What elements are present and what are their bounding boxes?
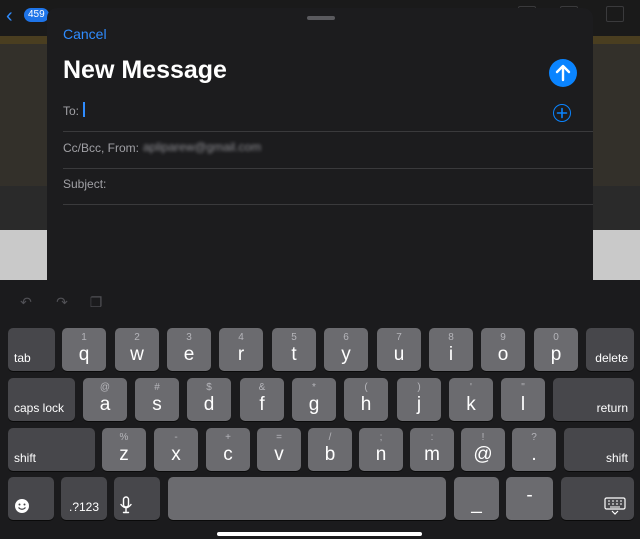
return-key[interactable]: return xyxy=(553,378,634,421)
keyboard-dismiss-icon xyxy=(604,497,626,515)
key-r[interactable]: 4r xyxy=(219,328,263,371)
dictation-key[interactable] xyxy=(114,477,160,520)
cc-bcc-from-field[interactable]: Cc/Bcc, From: apliparew@gmail.com xyxy=(63,132,593,169)
key-o[interactable]: 9o xyxy=(481,328,525,371)
chevron-left-icon[interactable]: ‹ xyxy=(6,6,13,26)
key-q[interactable]: 1q xyxy=(62,328,106,371)
emoji-icon xyxy=(15,499,29,513)
from-address: apliparew@gmail.com xyxy=(143,140,262,154)
key-m[interactable]: :m xyxy=(410,428,454,471)
to-label: To: xyxy=(63,104,80,118)
undo-icon[interactable]: ↶ xyxy=(16,292,36,312)
key-y[interactable]: 6y xyxy=(324,328,368,371)
key-d[interactable]: $ d xyxy=(187,378,231,421)
shift-right-key[interactable]: shift xyxy=(564,428,634,471)
key-z[interactable]: % z xyxy=(102,428,146,471)
key-dash[interactable]: - xyxy=(506,477,553,520)
key-s[interactable]: # s xyxy=(135,378,179,421)
background-message-right xyxy=(593,36,640,280)
space-bar[interactable] xyxy=(168,477,446,520)
unread-count-badge: 459 xyxy=(24,8,49,22)
key-v[interactable]: = v xyxy=(257,428,301,471)
compose-sheet: Cancel New Message To: Cc/Bcc, From: apl… xyxy=(47,8,593,280)
text-cursor xyxy=(83,102,85,117)
key-t[interactable]: 5t xyxy=(272,328,316,371)
home-indicator[interactable] xyxy=(217,532,422,536)
key-a[interactable]: @ a xyxy=(83,378,127,421)
to-field[interactable]: To: xyxy=(63,95,593,132)
key-at[interactable]: ! @ xyxy=(461,428,505,471)
key-l[interactable]: " l xyxy=(501,378,545,421)
key-n[interactable]: ; n xyxy=(359,428,403,471)
arrow-up-icon xyxy=(555,64,571,82)
sheet-grabber[interactable] xyxy=(307,16,335,20)
cc-bcc-from-label: Cc/Bcc, From: xyxy=(63,141,140,155)
key-b[interactable]: / b xyxy=(308,428,352,471)
delete-key[interactable]: delete xyxy=(586,328,634,371)
tab-key[interactable]: tab xyxy=(8,328,55,371)
key-w[interactable]: 2w xyxy=(115,328,159,371)
plus-circle-icon xyxy=(556,107,568,119)
key-underscore[interactable]: _ xyxy=(454,477,499,520)
background-message-left xyxy=(0,36,47,280)
key-p[interactable]: 0p xyxy=(534,328,578,371)
key-k[interactable]: ' k xyxy=(449,378,493,421)
cancel-button[interactable]: Cancel xyxy=(63,26,107,42)
send-button[interactable] xyxy=(549,59,577,87)
add-contact-button[interactable] xyxy=(553,104,571,122)
key-i[interactable]: 8i xyxy=(429,328,473,371)
emoji-key[interactable] xyxy=(8,477,54,520)
shift-left-key[interactable]: shift xyxy=(8,428,95,471)
key-u[interactable]: 7u xyxy=(377,328,421,371)
key-f[interactable]: & f xyxy=(240,378,284,421)
subject-field[interactable]: Subject: xyxy=(63,168,593,205)
microphone-icon xyxy=(120,496,132,514)
compose-icon[interactable] xyxy=(606,6,624,22)
key-c[interactable]: + c xyxy=(206,428,250,471)
redo-icon[interactable]: ↷ xyxy=(52,292,72,312)
numbers-key[interactable]: .?123 xyxy=(61,477,107,520)
key-e[interactable]: 3e xyxy=(167,328,211,371)
keyboard: ↶ ↷ ❐ tab 1q 2w 3e 4r 5t 6y 7u 8i 9o 0p … xyxy=(0,280,640,539)
caps-lock-key[interactable]: caps lock xyxy=(8,378,75,421)
subject-label: Subject: xyxy=(63,177,107,191)
key-x[interactable]: -x xyxy=(154,428,198,471)
key-h[interactable]: (h xyxy=(344,378,388,421)
dismiss-keyboard-key[interactable] xyxy=(561,477,634,520)
page-title: New Message xyxy=(63,56,227,84)
clipboard-icon[interactable]: ❐ xyxy=(86,292,106,312)
key-period[interactable]: ?. xyxy=(512,428,556,471)
key-j[interactable]: ) j xyxy=(397,378,441,421)
key-g[interactable]: * g xyxy=(292,378,336,421)
